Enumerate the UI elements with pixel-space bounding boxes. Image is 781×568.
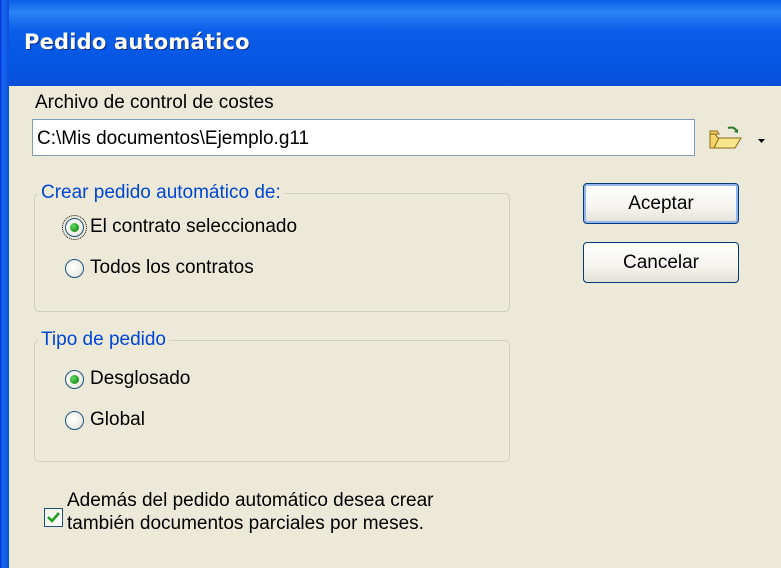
type-group xyxy=(34,340,510,462)
browse-folder-button[interactable] xyxy=(708,126,770,152)
radio-desglosado[interactable] xyxy=(65,370,84,389)
radio-global[interactable] xyxy=(65,411,84,430)
open-folder-icon xyxy=(709,126,765,149)
monthly-docs-checkbox[interactable] xyxy=(44,508,63,527)
radio-checked-dot xyxy=(70,375,79,384)
window-frame-left xyxy=(0,0,9,568)
cancel-button[interactable]: Cancelar xyxy=(583,242,739,283)
title-bar[interactable]: Pedido automático xyxy=(0,0,781,86)
scope-group xyxy=(34,193,510,312)
file-path-input[interactable]: C:\Mis documentos\Ejemplo.g11 xyxy=(32,119,695,156)
radio-selected-contract[interactable] xyxy=(62,215,87,240)
window-title: Pedido automático xyxy=(24,30,250,54)
file-label: Archivo de control de costes xyxy=(35,92,274,113)
radio-global-label[interactable]: Global xyxy=(90,409,145,431)
dialog-window: Pedido automático Archivo de control de … xyxy=(0,0,781,568)
radio-selected-contract-label[interactable]: El contrato seleccionado xyxy=(90,216,297,238)
monthly-docs-label-line2[interactable]: también documentos parciales por meses. xyxy=(67,513,424,535)
type-group-title: Tipo de pedido xyxy=(38,329,170,351)
scope-group-title: Crear pedido automático de: xyxy=(38,182,284,204)
radio-checked-dot xyxy=(70,223,79,232)
accept-button[interactable]: Aceptar xyxy=(583,183,739,224)
radio-all-contracts[interactable] xyxy=(65,259,84,278)
dropdown-arrow-icon xyxy=(758,139,765,143)
radio-desglosado-label[interactable]: Desglosado xyxy=(90,368,190,390)
radio-all-contracts-label[interactable]: Todos los contratos xyxy=(90,257,254,279)
checkmark-icon xyxy=(47,512,60,523)
monthly-docs-label-line1[interactable]: Además del pedido automático desea crear xyxy=(67,490,434,512)
